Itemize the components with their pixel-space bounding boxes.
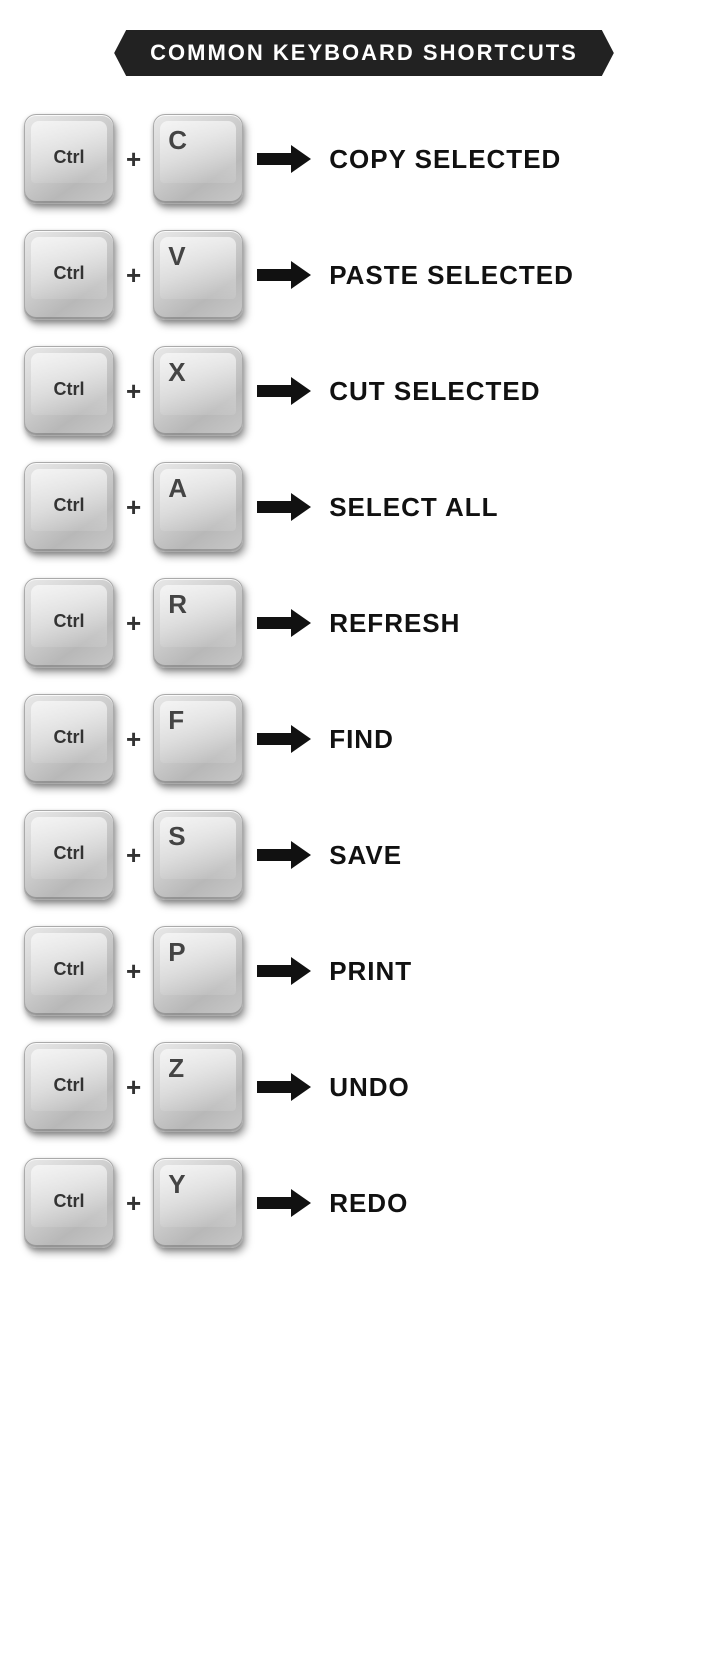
arrow-icon bbox=[257, 609, 311, 637]
plus-sign: + bbox=[126, 1072, 141, 1103]
plus-sign: + bbox=[126, 492, 141, 523]
arrow-icon bbox=[257, 725, 311, 753]
action-label: CUT SELECTED bbox=[329, 376, 540, 407]
ctrl-key-2: Ctrl bbox=[24, 346, 114, 436]
letter-key-label: S bbox=[168, 821, 185, 852]
arrow-icon bbox=[257, 377, 311, 405]
action-label: SELECT ALL bbox=[329, 492, 498, 523]
plus-sign: + bbox=[126, 608, 141, 639]
ctrl-key-0: Ctrl bbox=[24, 114, 114, 204]
action-label: REDO bbox=[329, 1188, 408, 1219]
ctrl-key-3: Ctrl bbox=[24, 462, 114, 552]
plus-sign: + bbox=[126, 376, 141, 407]
letter-key-label: Y bbox=[168, 1169, 185, 1200]
letter-key-2: X bbox=[153, 346, 243, 436]
ctrl-key-7: Ctrl bbox=[24, 926, 114, 1016]
shortcut-row: Ctrl + P PRINT bbox=[24, 918, 704, 1024]
ctrl-key-5: Ctrl bbox=[24, 694, 114, 784]
ctrl-key-label: Ctrl bbox=[54, 959, 85, 980]
letter-key-8: Z bbox=[153, 1042, 243, 1132]
letter-key-4: R bbox=[153, 578, 243, 668]
letter-key-0: C bbox=[153, 114, 243, 204]
plus-sign: + bbox=[126, 260, 141, 291]
plus-sign: + bbox=[126, 1188, 141, 1219]
ctrl-key-label: Ctrl bbox=[54, 843, 85, 864]
ctrl-key-label: Ctrl bbox=[54, 727, 85, 748]
ctrl-key-4: Ctrl bbox=[24, 578, 114, 668]
letter-key-label: V bbox=[168, 241, 185, 272]
letter-key-label: Z bbox=[168, 1053, 184, 1084]
shortcut-row: Ctrl + V PASTE SELECTED bbox=[24, 222, 704, 328]
shortcut-row: Ctrl + Y REDO bbox=[24, 1150, 704, 1256]
arrow-icon bbox=[257, 1073, 311, 1101]
plus-sign: + bbox=[126, 956, 141, 987]
shortcut-row: Ctrl + X CUT SELECTED bbox=[24, 338, 704, 444]
plus-sign: + bbox=[126, 724, 141, 755]
action-label: PRINT bbox=[329, 956, 412, 987]
letter-key-6: S bbox=[153, 810, 243, 900]
letter-key-label: P bbox=[168, 937, 185, 968]
action-label: UNDO bbox=[329, 1072, 410, 1103]
ctrl-key-label: Ctrl bbox=[54, 495, 85, 516]
ctrl-key-8: Ctrl bbox=[24, 1042, 114, 1132]
ctrl-key-9: Ctrl bbox=[24, 1158, 114, 1248]
letter-key-3: A bbox=[153, 462, 243, 552]
ctrl-key-label: Ctrl bbox=[54, 1075, 85, 1096]
action-label: FIND bbox=[329, 724, 394, 755]
arrow-icon bbox=[257, 493, 311, 521]
ctrl-key-label: Ctrl bbox=[54, 379, 85, 400]
page-title: COMMON KEYBOARD SHORTCUTS bbox=[114, 30, 614, 76]
arrow-icon bbox=[257, 261, 311, 289]
shortcut-row: Ctrl + Z UNDO bbox=[24, 1034, 704, 1140]
letter-key-label: R bbox=[168, 589, 187, 620]
action-label: REFRESH bbox=[329, 608, 460, 639]
action-label: SAVE bbox=[329, 840, 402, 871]
shortcut-row: Ctrl + A SELECT ALL bbox=[24, 454, 704, 560]
ctrl-key-1: Ctrl bbox=[24, 230, 114, 320]
arrow-icon bbox=[257, 841, 311, 869]
arrow-icon bbox=[257, 1189, 311, 1217]
ctrl-key-label: Ctrl bbox=[54, 147, 85, 168]
shortcut-row: Ctrl + C COPY SELECTED bbox=[24, 106, 704, 212]
ctrl-key-6: Ctrl bbox=[24, 810, 114, 900]
letter-key-1: V bbox=[153, 230, 243, 320]
letter-key-label: F bbox=[168, 705, 184, 736]
action-label: PASTE SELECTED bbox=[329, 260, 574, 291]
letter-key-9: Y bbox=[153, 1158, 243, 1248]
letter-key-7: P bbox=[153, 926, 243, 1016]
arrow-icon bbox=[257, 957, 311, 985]
shortcut-row: Ctrl + F FIND bbox=[24, 686, 704, 792]
plus-sign: + bbox=[126, 840, 141, 871]
arrow-icon bbox=[257, 145, 311, 173]
shortcuts-list: Ctrl + C COPY SELECTED Ctrl + V PASTE SELECTE… bbox=[24, 106, 704, 1256]
ctrl-key-label: Ctrl bbox=[54, 1191, 85, 1212]
plus-sign: + bbox=[126, 144, 141, 175]
shortcut-row: Ctrl + S SAVE bbox=[24, 802, 704, 908]
action-label: COPY SELECTED bbox=[329, 144, 561, 175]
shortcut-row: Ctrl + R REFRESH bbox=[24, 570, 704, 676]
letter-key-label: C bbox=[168, 125, 187, 156]
letter-key-label: A bbox=[168, 473, 187, 504]
ctrl-key-label: Ctrl bbox=[54, 263, 85, 284]
ctrl-key-label: Ctrl bbox=[54, 611, 85, 632]
letter-key-label: X bbox=[168, 357, 185, 388]
letter-key-5: F bbox=[153, 694, 243, 784]
